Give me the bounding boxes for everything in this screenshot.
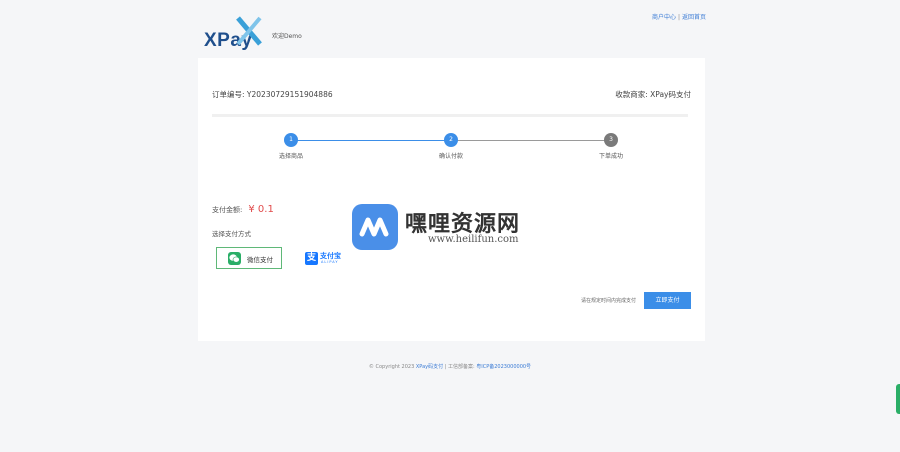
payment-method-title: 选择支付方式 <box>212 230 251 238</box>
step-1-label: 选择商品 <box>278 153 303 160</box>
footer-copyright: © Copyright 2023 <box>368 364 415 370</box>
step-2-circle: 2 <box>444 133 458 147</box>
back-home-link[interactable]: 返回首页 <box>682 14 706 21</box>
progress-line-pending <box>451 140 611 141</box>
order-number-value: Y20230729151904886 <box>246 90 333 99</box>
merchant-center-link[interactable]: 商户中心 <box>652 14 676 21</box>
alipay-option[interactable]: 支 支付宝 ALIPAY <box>302 247 352 269</box>
merchant-label: 收款商家: <box>615 90 648 99</box>
step-1-circle: 1 <box>284 133 298 147</box>
link-separator: | <box>677 14 680 21</box>
xpay-logo[interactable]: XPay <box>204 16 268 52</box>
footer-icp-label: 工信部备案: <box>447 364 475 370</box>
pay-now-button[interactable]: 立即支付 <box>644 292 691 309</box>
merchant-name: 收款商家: XPay码支付 <box>615 89 691 100</box>
order-number: 订单编号: Y20230729151904886 <box>212 89 333 100</box>
amount-label: 支付金额: <box>212 206 243 214</box>
step-3-circle: 3 <box>604 133 618 147</box>
payment-notice: 请在规定时间内完成支付 <box>581 298 637 304</box>
footer-brand-link[interactable]: XPay码支付 <box>416 364 443 370</box>
side-float-tab[interactable] <box>896 384 900 414</box>
welcome-text: 欢迎Demo <box>272 33 302 40</box>
watermark-url: www.heilifun.com <box>428 234 519 245</box>
top-links: 商户中心 | 返回首页 <box>652 12 706 21</box>
step-3-label: 下单成功 <box>598 153 623 160</box>
wechat-icon <box>228 252 241 265</box>
divider <box>212 114 688 117</box>
merchant-value: XPay码支付 <box>650 90 691 99</box>
order-number-label: 订单编号: <box>212 90 245 99</box>
step-2-label: 确认付款 <box>438 153 463 160</box>
progress-line-done <box>291 140 451 141</box>
wechat-pay-label: 微信支付 <box>247 256 273 264</box>
footer-icp-link[interactable]: 粤ICP备2023000000号 <box>476 364 531 370</box>
wechat-pay-option[interactable]: 微信支付 <box>216 247 282 269</box>
payment-card: 订单编号: Y20230729151904886 收款商家: XPay码支付 1… <box>198 58 705 341</box>
amount-value: ¥ 0.1 <box>248 204 274 215</box>
payment-amount: 支付金额: ¥ 0.1 <box>212 204 274 215</box>
footer: © Copyright 2023 XPay码支付 | 工信部备案: 粤ICP备2… <box>0 363 900 370</box>
alipay-icon: 支 <box>305 252 318 265</box>
watermark-logo-icon <box>352 204 398 250</box>
alipay-sub-label: ALIPAY <box>321 260 339 264</box>
logo-x-mark <box>236 16 262 46</box>
